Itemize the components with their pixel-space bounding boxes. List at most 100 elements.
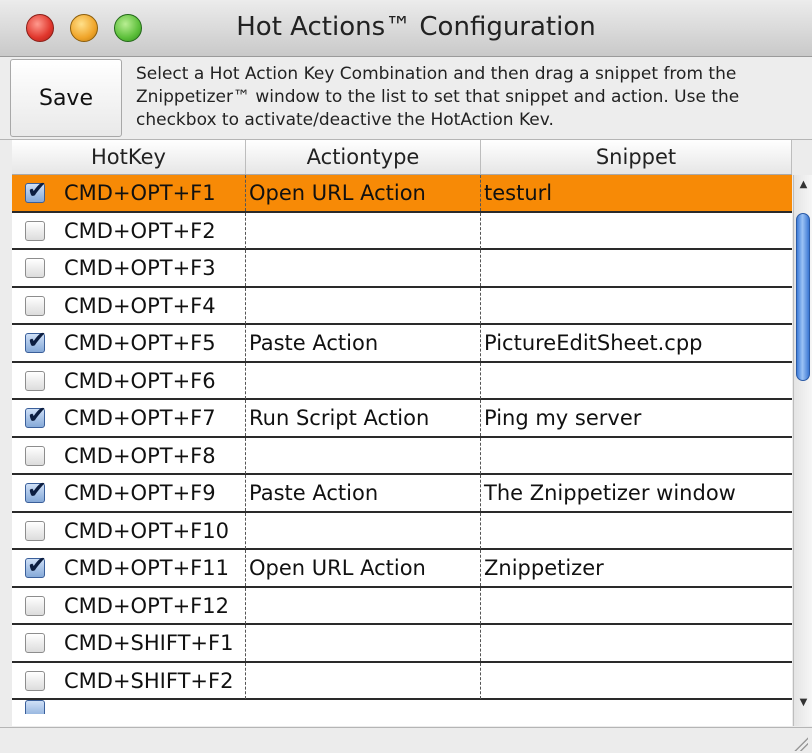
table-row[interactable]: CMD+OPT+F12 <box>12 587 792 625</box>
table-row[interactable]: CMD+SHIFT+F2 <box>12 662 792 700</box>
table-row[interactable]: ✔ CMD+OPT+F1 Open URL Action testurl <box>12 175 792 213</box>
checkmark-icon: ✔ <box>27 476 48 504</box>
hotkey-cell: ✔ CMD+OPT+F1 <box>12 175 246 211</box>
hotkey-label: CMD+OPT+F10 <box>64 518 229 543</box>
actiontype-cell[interactable]: Paste Action <box>246 475 481 511</box>
actiontype-cell[interactable] <box>246 587 481 624</box>
actiontype-cell[interactable]: Run Script Action <box>246 400 481 436</box>
scroll-thumb[interactable] <box>796 213 810 381</box>
hotkey-label: CMD+OPT+F6 <box>64 368 216 393</box>
hotkey-label: CMD+OPT+F7 <box>64 406 216 430</box>
table-row[interactable]: CMD+OPT+F3 <box>12 250 792 288</box>
table-row-partial[interactable] <box>12 700 792 714</box>
checkmark-icon: ✔ <box>27 326 48 354</box>
scroll-up-arrow-icon[interactable]: ▲ <box>794 179 812 190</box>
hotkey-label: CMD+OPT+F2 <box>64 218 216 243</box>
activate-checkbox[interactable] <box>25 445 45 466</box>
snippet-cell[interactable] <box>481 213 792 249</box>
activate-checkbox[interactable] <box>25 370 45 391</box>
hotkey-label: CMD+OPT+F4 <box>64 293 216 318</box>
table-body: ✔ CMD+OPT+F1 Open URL Action testurl CMD+OPT… <box>12 175 792 714</box>
activate-checkbox[interactable]: ✔ <box>25 403 47 428</box>
table-row[interactable]: CMD+OPT+F10 <box>12 512 792 550</box>
resize-grip-icon[interactable] <box>794 737 808 751</box>
window-title: Hot Actions™ Configuration <box>236 12 596 42</box>
toolbar: Save Select a Hot Action Key Combination… <box>0 57 812 140</box>
actiontype-cell[interactable] <box>246 437 481 474</box>
activate-checkbox[interactable]: ✔ <box>25 328 47 353</box>
actiontype-cell[interactable]: Open URL Action <box>246 175 481 211</box>
snippet-cell[interactable] <box>481 438 792 474</box>
hotkey-label: CMD+OPT+F1 <box>64 181 216 205</box>
checkmark-icon: ✔ <box>27 401 48 429</box>
snippet-cell[interactable] <box>481 250 792 286</box>
vertical-scrollbar[interactable]: ▲ ▼ <box>793 175 812 726</box>
hotkey-cell: ✔ CMD+OPT+F7 <box>12 400 246 436</box>
checkmark-icon: ✔ <box>27 551 48 579</box>
hotkey-label: CMD+OPT+F12 <box>64 593 229 618</box>
activate-checkbox[interactable] <box>25 595 45 616</box>
snippet-cell[interactable] <box>481 513 792 549</box>
snippet-cell[interactable]: Ping my server <box>481 400 792 436</box>
activate-checkbox[interactable] <box>25 670 45 691</box>
actiontype-cell[interactable] <box>246 362 481 399</box>
table-row[interactable]: ✔ CMD+OPT+F9 Paste Action The Znippetizer w… <box>12 475 792 513</box>
table-row[interactable]: CMD+OPT+F8 <box>12 437 792 475</box>
actiontype-cell[interactable] <box>246 212 481 249</box>
checkmark-icon: ✔ <box>27 176 48 204</box>
actiontype-cell[interactable]: Open URL Action <box>246 550 481 586</box>
snippet-cell[interactable] <box>481 625 792 661</box>
hot-actions-window: Hot Actions™ Configuration Save Select a… <box>0 0 812 753</box>
hotkey-cell: ✔ CMD+OPT+F11 <box>12 550 246 586</box>
snippet-cell[interactable] <box>481 288 792 324</box>
snippet-cell[interactable] <box>481 663 792 699</box>
activate-checkbox[interactable] <box>25 220 45 241</box>
table-row[interactable]: CMD+SHIFT+F1 <box>12 625 792 663</box>
activate-checkbox[interactable]: ✔ <box>25 178 47 203</box>
hotkey-cell: CMD+OPT+F2 <box>12 212 246 249</box>
table-row[interactable]: CMD+OPT+F2 <box>12 212 792 250</box>
activate-checkbox[interactable]: ✔ <box>25 553 47 578</box>
scroll-down-arrow-icon[interactable]: ▼ <box>794 697 812 708</box>
snippet-cell[interactable] <box>481 588 792 624</box>
bottom-bar <box>0 727 812 753</box>
snippet-cell[interactable]: testurl <box>481 175 792 211</box>
actiontype-cell[interactable] <box>246 662 481 699</box>
actiontype-cell[interactable]: Paste Action <box>246 325 481 361</box>
title-bar[interactable]: Hot Actions™ Configuration <box>0 0 812 57</box>
table-row[interactable]: ✔ CMD+OPT+F5 Paste Action PictureEditSheet.… <box>12 325 792 363</box>
activate-checkbox[interactable]: ✔ <box>25 478 47 503</box>
help-text: Select a Hot Action Key Combination and … <box>136 64 740 130</box>
column-header-snippet[interactable]: Snippet <box>481 140 792 174</box>
hotkey-cell: CMD+OPT+F8 <box>12 437 246 474</box>
actiontype-cell[interactable] <box>246 287 481 324</box>
table-row[interactable]: ✔ CMD+OPT+F11 Open URL Action Znippetizer <box>12 550 792 588</box>
column-header-actiontype[interactable]: Actiontype <box>246 140 481 174</box>
table-row[interactable]: ✔ CMD+OPT+F7 Run Script Action Ping my serv… <box>12 400 792 438</box>
activate-checkbox[interactable] <box>25 258 45 278</box>
actiontype-cell[interactable] <box>246 250 481 286</box>
save-button[interactable]: Save <box>10 59 122 137</box>
hotkey-cell: ✔ CMD+OPT+F9 <box>12 475 246 511</box>
actiontype-cell[interactable] <box>246 512 481 549</box>
actiontype-cell[interactable] <box>246 625 481 661</box>
column-header-hotkey[interactable]: HotKey <box>12 140 246 174</box>
snippet-cell[interactable] <box>481 363 792 399</box>
table-row[interactable]: CMD+OPT+F4 <box>12 287 792 325</box>
snippet-cell[interactable]: Znippetizer <box>481 550 792 586</box>
activate-checkbox[interactable] <box>25 700 45 714</box>
activate-checkbox[interactable] <box>25 295 45 316</box>
activate-checkbox[interactable] <box>25 520 45 541</box>
table-header: HotKey Actiontype Snippet <box>12 140 792 175</box>
hotkey-cell: CMD+OPT+F4 <box>12 287 246 324</box>
hotkey-cell: CMD+OPT+F3 <box>12 250 246 286</box>
hotkey-label: CMD+SHIFT+F2 <box>64 668 234 693</box>
hotkey-label: CMD+SHIFT+F1 <box>64 631 234 655</box>
table-row[interactable]: CMD+OPT+F6 <box>12 362 792 400</box>
hotkey-label: CMD+OPT+F9 <box>64 481 216 505</box>
snippet-cell[interactable]: PictureEditSheet.cpp <box>481 325 792 361</box>
activate-checkbox[interactable] <box>25 633 45 653</box>
snippet-cell[interactable]: The Znippetizer window <box>481 475 792 511</box>
hotkey-cell: CMD+OPT+F6 <box>12 362 246 399</box>
hotkey-label: CMD+OPT+F8 <box>64 443 216 468</box>
